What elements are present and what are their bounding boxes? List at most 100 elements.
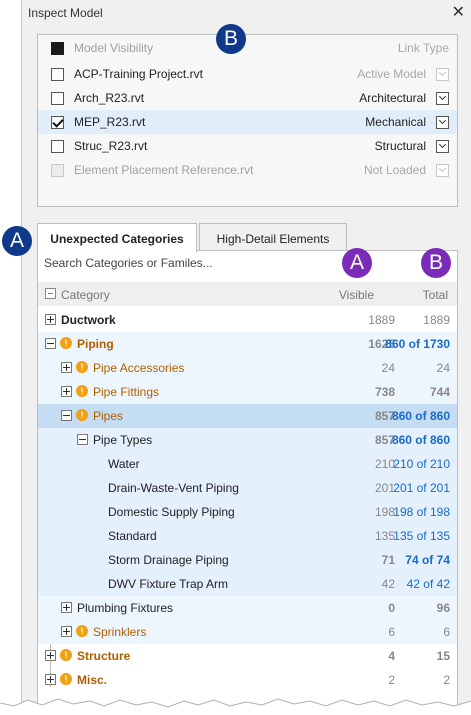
chevron-down-icon[interactable] [436, 116, 449, 129]
warning-icon: ! [76, 409, 88, 421]
model-row[interactable]: ACP-Training Project.rvt Active Model [38, 62, 457, 86]
visible-column-header[interactable]: Visible [339, 288, 374, 302]
search-input[interactable]: Search Categories or Familes... [44, 256, 213, 270]
expand-icon[interactable] [61, 602, 72, 613]
warning-icon: ! [60, 673, 72, 685]
total-count[interactable]: 42 of 42 [407, 577, 450, 591]
total-count[interactable]: 860 of 1730 [385, 337, 450, 351]
category-label: Sprinklers [93, 625, 147, 639]
expand-icon[interactable] [45, 674, 56, 685]
model-row[interactable]: Struc_R23.rvt Structural [38, 134, 457, 158]
tab-unexpected-categories[interactable]: Unexpected Categories [37, 223, 197, 252]
category-label: Misc. [77, 673, 108, 687]
tree-row[interactable]: ! Pipe Fittings 738 744 [38, 380, 457, 404]
total-count: 1889 [423, 313, 450, 327]
tree-row[interactable]: Ductwork 1889 1889 [38, 308, 457, 332]
model-visible-checkbox [51, 164, 64, 177]
type-label: Domestic Supply Piping [108, 505, 235, 519]
collapse-icon[interactable] [77, 434, 88, 445]
model-visible-checkbox[interactable] [51, 116, 64, 129]
expand-icon[interactable] [45, 314, 56, 325]
model-list: Model Visibility Link Type ACP-Training … [37, 34, 458, 207]
total-count[interactable]: 201 of 201 [393, 481, 450, 495]
link-type-value: Architectural [359, 91, 426, 105]
collapse-all-icon[interactable] [45, 288, 56, 299]
total-count[interactable]: 135 of 135 [393, 529, 450, 543]
total-column-header[interactable]: Total [423, 288, 448, 302]
total-count[interactable]: 210 of 210 [393, 457, 450, 471]
tree-row[interactable]: Standard 135 135 of 135 [38, 524, 457, 548]
tree-row[interactable]: ! Misc. 2 2 [38, 668, 457, 692]
tree-row[interactable]: Domestic Supply Piping 198 198 of 198 [38, 500, 457, 524]
model-row[interactable]: Arch_R23.rvt Architectural [38, 86, 457, 110]
category-column-header[interactable]: Category [61, 288, 110, 302]
tree-row[interactable]: ! Piping 1625 860 of 1730 [38, 332, 457, 356]
visible-count: 24 [381, 361, 395, 375]
tree-row[interactable]: Drain-Waste-Vent Piping 201 201 of 201 [38, 476, 457, 500]
categories-panel: Search Categories or Familes... Category… [37, 250, 458, 715]
visible-count: 135 [374, 529, 395, 543]
visible-count: 2 [388, 673, 395, 687]
model-visible-checkbox[interactable] [51, 68, 64, 81]
chevron-down-icon[interactable] [436, 140, 449, 153]
tree-row[interactable]: Water 210 210 of 210 [38, 452, 457, 476]
model-name: Element Placement Reference.rvt [74, 163, 254, 177]
link-type-value: Not Loaded [363, 163, 426, 177]
model-name: ACP-Training Project.rvt [74, 67, 203, 81]
expand-icon[interactable] [61, 362, 72, 373]
tree-row[interactable]: ! Pipe Accessories 24 24 [38, 356, 457, 380]
total-count: 2 [443, 673, 450, 687]
callout-badge-b: B [421, 248, 451, 278]
visible-count: 0 [388, 601, 395, 615]
total-count[interactable]: 860 of 860 [392, 433, 450, 447]
visible-count: 210 [374, 457, 395, 471]
total-count: 15 [436, 649, 450, 663]
link-type-value: Structural [374, 139, 426, 153]
category-label: Plumbing Fixtures [77, 601, 174, 615]
warning-icon: ! [76, 385, 88, 397]
total-count[interactable]: 74 of 74 [405, 553, 450, 567]
close-icon[interactable]: ✕ [452, 2, 465, 22]
tree-row[interactable]: Pipe Types 857 860 of 860 [38, 428, 457, 452]
chevron-down-icon [436, 164, 449, 177]
warning-icon: ! [60, 649, 72, 661]
total-count[interactable]: 198 of 198 [393, 505, 450, 519]
tree-row[interactable]: ! Sprinklers 6 6 [38, 620, 457, 644]
visible-count: 42 [381, 577, 395, 591]
visible-count: 201 [374, 481, 395, 495]
tab-high-detail-elements[interactable]: High-Detail Elements [199, 223, 347, 251]
collapse-icon[interactable] [45, 338, 56, 349]
tree-row[interactable]: ! Pipes 857 860 of 860 [38, 404, 457, 428]
model-row[interactable]: MEP_R23.rvt Mechanical [38, 110, 457, 134]
model-name: Struc_R23.rvt [74, 139, 148, 153]
visible-count: 4 [388, 649, 395, 663]
model-visible-checkbox[interactable] [51, 92, 64, 105]
model-visible-checkbox[interactable] [51, 140, 64, 153]
tree-row[interactable]: ! Structure 4 15 [38, 644, 457, 668]
tree-row[interactable]: Storm Drainage Piping 71 74 of 74 [38, 548, 457, 572]
model-name: MEP_R23.rvt [74, 115, 146, 129]
total-count[interactable]: 860 of 860 [392, 409, 450, 423]
select-all-checkbox[interactable] [51, 42, 64, 55]
warning-icon: ! [76, 361, 88, 373]
warning-icon: ! [60, 337, 72, 349]
model-visibility-header: Model Visibility [74, 41, 154, 55]
tree-row[interactable]: Plumbing Fixtures 0 96 [38, 596, 457, 620]
collapse-icon[interactable] [61, 410, 72, 421]
type-label: Drain-Waste-Vent Piping [108, 481, 239, 495]
visible-count: 6 [388, 625, 395, 639]
total-count: 744 [429, 385, 450, 399]
category-label: Pipe Fittings [93, 385, 160, 399]
expand-icon[interactable] [61, 386, 72, 397]
model-header: Model Visibility Link Type [38, 36, 457, 60]
category-label: Ductwork [61, 313, 116, 327]
expand-icon[interactable] [61, 626, 72, 637]
expand-icon[interactable] [45, 650, 56, 661]
category-label: Pipe Accessories [93, 361, 185, 375]
column-header: Category Visible Total [38, 282, 457, 306]
chevron-down-icon[interactable] [436, 92, 449, 105]
tree-row[interactable]: DWV Fixture Trap Arm 42 42 of 42 [38, 572, 457, 596]
category-label: Structure [77, 649, 131, 663]
chevron-down-icon [436, 68, 449, 81]
callout-badge-b: B [216, 24, 246, 54]
